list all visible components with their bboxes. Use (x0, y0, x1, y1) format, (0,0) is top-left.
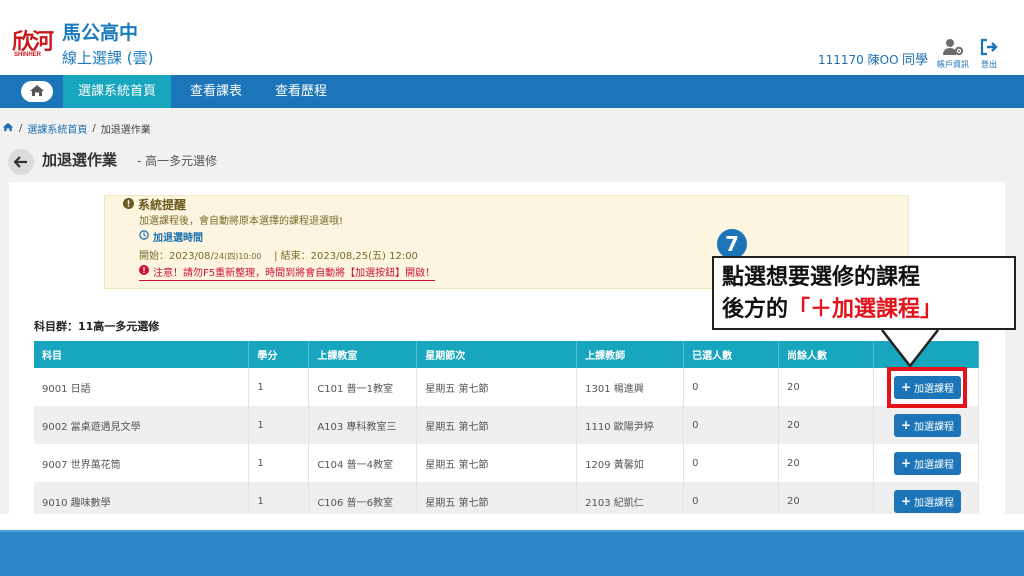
nav-view-timetable[interactable]: 查看課表 (190, 75, 242, 108)
cell-remaining: 20 (778, 444, 874, 482)
nav-course-home[interactable]: 選課系統首頁 (63, 75, 171, 108)
home-button[interactable] (21, 81, 53, 102)
account-info-button[interactable]: 帳戶資訊 (936, 38, 970, 74)
school-name: 馬公高中 (62, 22, 139, 44)
cell-teacher: 1110 歐陽尹婷 (576, 406, 685, 444)
add-course-button[interactable]: + 加選課程 (893, 451, 962, 475)
breadcrumb: / 選課系統首頁 / 加退選作業 (2, 121, 151, 136)
page-heading: 加退選作業 - 高一多元選修 (0, 146, 1024, 182)
breadcrumb-current: 加退選作業 (100, 125, 151, 136)
callout-highlight: 「＋加選課程」 (788, 297, 943, 322)
cell-action: + 加選課程 (873, 444, 980, 482)
sign-out-icon (976, 38, 1002, 58)
clock-icon (139, 230, 149, 243)
cell-subject: 9002 當桌遊遇見文學 (34, 406, 250, 444)
cell-credit: 1 (248, 368, 310, 406)
callout-line-1: 點選想要選修的課程 (722, 265, 921, 290)
cell-room: C104 普一4教室 (308, 444, 418, 482)
table-header-row: 科目 學分 上課教室 星期節次 上課教師 已選人數 尚餘人數 (34, 341, 980, 368)
period-start-detail: 24(四)10:00 (213, 252, 262, 261)
period-title-text: 加退選時間 (153, 233, 203, 244)
cell-remaining: 20 (778, 368, 874, 406)
add-course-label: 加選課程 (914, 459, 955, 471)
account-info-label: 帳戶資訊 (937, 60, 969, 69)
add-course-button[interactable]: + 加選課程 (893, 413, 962, 437)
add-course-button[interactable]: + 加選課程 (893, 489, 962, 513)
add-course-label: 加選課程 (914, 497, 955, 509)
footer-band (0, 532, 1024, 576)
cell-remaining: 20 (778, 406, 874, 444)
alert-title: 系統提醒 (123, 196, 186, 213)
breadcrumb-course-home[interactable]: 選課系統首頁 (27, 121, 87, 136)
refresh-warning: 注意！請勿F5重新整理，時間到將會自動將【加選按鈕】開啟！ (139, 264, 436, 281)
period-end: | 結束：2023/08,25(五) 12:00 (274, 251, 418, 262)
step-number-badge: 7 (717, 229, 747, 259)
instruction-callout: 點選想要選修的課程 後方的「＋加選課程」 (712, 256, 1016, 330)
cell-selected: 0 (683, 444, 780, 482)
logo-subtext: SHINHER (14, 52, 42, 58)
refresh-warning-text: 注意！請勿F5重新整理，時間到將會自動將【加選按鈕】開啟！ (153, 268, 436, 279)
cell-action: + 加選課程 (873, 406, 980, 444)
table-row: 9002 當桌遊遇見文學 1 A103 專科教室三 星期五 第七節 1110 歐… (34, 406, 980, 444)
table-row: 9007 世界萬花筒 1 C104 普一4教室 星期五 第七節 1209 黃馨如… (34, 444, 980, 482)
breadcrumb-separator: / (19, 123, 23, 134)
page-title: 加退選作業 (42, 151, 118, 169)
cell-teacher: 1209 黃馨如 (576, 444, 685, 482)
back-button[interactable] (8, 149, 34, 175)
cell-period: 星期五 第七節 (416, 444, 578, 482)
col-period: 星期節次 (416, 341, 578, 368)
user-id: 111170 陳OO (818, 53, 899, 67)
col-selected: 已選人數 (683, 341, 780, 368)
add-button-highlight-box (887, 367, 967, 408)
col-room: 上課教室 (308, 341, 418, 368)
cell-selected: 0 (683, 406, 780, 444)
school-logo: 欣河 SHINHER (12, 24, 58, 64)
add-course-label: 加選課程 (914, 421, 955, 433)
cell-room: A103 專科教室三 (308, 406, 418, 444)
cell-credit: 1 (248, 406, 310, 444)
cell-room: C101 普一1教室 (308, 368, 418, 406)
table-row: 9001 日語 1 C101 普一1教室 星期五 第七節 1301 楊進興 0 … (34, 368, 980, 406)
app-header: 欣河 SHINHER 馬公高中 線上選課 (雲) 111170 陳OO 同學 帳… (0, 0, 1024, 75)
alert-title-text: 系統提醒 (138, 198, 187, 212)
warning-icon (139, 265, 149, 278)
main-navbar: 選課系統首頁 查看課表 查看歷程 (0, 75, 1024, 108)
col-credit: 學分 (248, 341, 310, 368)
period-times: 開始：2023/08/24(四)10:00 | 結束：2023/08,25(五)… (139, 247, 418, 262)
plus-icon: + (900, 494, 912, 508)
home-icon (29, 82, 45, 101)
home-crumb-icon[interactable] (2, 122, 14, 135)
callout-pointer-arrow (881, 330, 939, 369)
nav-view-history[interactable]: 查看歷程 (275, 75, 327, 108)
callout-prefix: 後方的 (722, 297, 789, 322)
cell-period: 星期五 第七節 (416, 368, 578, 406)
cell-credit: 1 (248, 444, 310, 482)
alert-message: 加選課程後，會自動將原本選擇的課程退選哦! (139, 216, 344, 227)
app-name: 線上選課 (雲) (62, 49, 154, 67)
period-start: 開始：2023/08/ (139, 251, 214, 262)
cell-subject: 9001 日語 (34, 368, 250, 406)
plus-icon: + (900, 418, 912, 432)
arrow-left-icon (13, 153, 28, 172)
course-table: 科目 學分 上課教室 星期節次 上課教師 已選人數 尚餘人數 9001 日語 1… (34, 341, 980, 520)
callout-line-2: 後方的「＋加選課程」 (722, 294, 1006, 326)
breadcrumb-separator: / (92, 123, 96, 134)
breadcrumb-bar: / 選課系統首頁 / 加退選作業 (0, 108, 1024, 146)
plus-icon: + (900, 456, 912, 470)
period-title: 加退選時間 (139, 229, 203, 244)
subject-group-label: 科目群：11高一多元選修 (34, 320, 160, 333)
page-subtitle: - 高一多元選修 (137, 154, 218, 168)
cell-subject: 9007 世界萬花筒 (34, 444, 250, 482)
cell-period: 星期五 第七節 (416, 406, 578, 444)
cell-selected: 0 (683, 368, 780, 406)
user-gear-icon (936, 38, 970, 58)
col-subject: 科目 (34, 341, 250, 368)
logout-label: 登出 (981, 60, 997, 69)
col-remaining: 尚餘人數 (778, 341, 874, 368)
user-role: 同學 (902, 53, 929, 68)
logout-button[interactable]: 登出 (976, 38, 1002, 74)
col-teacher: 上課教師 (576, 341, 685, 368)
cell-teacher: 1301 楊進興 (576, 368, 685, 406)
exclamation-circle-icon (123, 197, 134, 212)
